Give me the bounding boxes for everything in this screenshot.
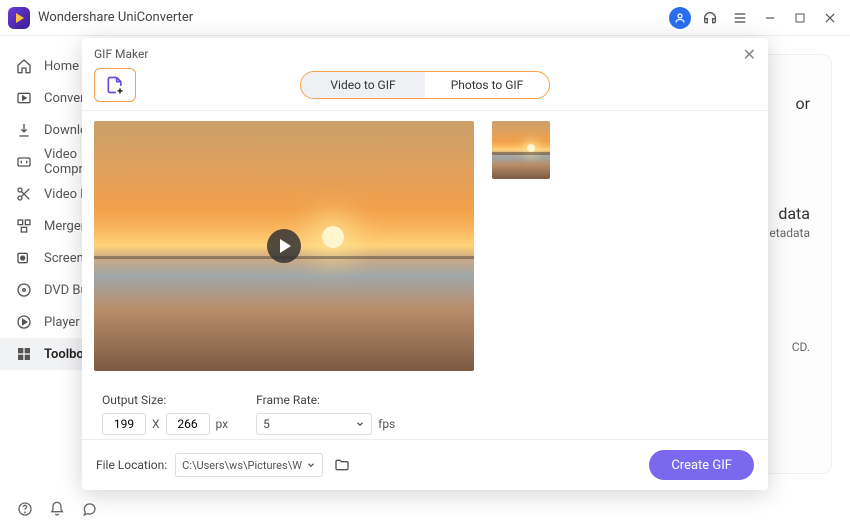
maximize-button[interactable] xyxy=(788,6,812,30)
video-preview[interactable] xyxy=(94,121,474,371)
sidebar-item-label: Home xyxy=(44,59,79,74)
modal-controls: Output Size: X px Frame Rate: 5 fps xyxy=(82,385,768,439)
play-icon xyxy=(14,314,34,330)
bg-text: etadata xyxy=(769,226,810,240)
account-button[interactable] xyxy=(668,6,692,30)
chevron-down-icon xyxy=(306,460,316,470)
disc-icon xyxy=(14,282,34,298)
output-width-input[interactable] xyxy=(102,413,146,435)
thumbnail[interactable] xyxy=(492,121,550,179)
notifications-button[interactable] xyxy=(48,500,66,518)
compress-icon xyxy=(14,154,34,170)
scissors-icon xyxy=(14,186,34,202)
px-label: px xyxy=(216,417,229,431)
bg-text: data xyxy=(778,204,810,223)
support-button[interactable] xyxy=(698,6,722,30)
tab-photos-to-gif[interactable]: Photos to GIF xyxy=(425,72,549,98)
feedback-button[interactable] xyxy=(80,500,98,518)
fps-label: fps xyxy=(378,417,395,431)
tab-video-to-gif[interactable]: Video to GIF xyxy=(301,72,425,98)
sidebar-item-label: Player xyxy=(44,315,80,330)
thumbnail-strip xyxy=(492,121,756,385)
create-gif-button[interactable]: Create GIF xyxy=(649,450,754,480)
merge-icon xyxy=(14,218,34,234)
times-label: X xyxy=(152,417,160,431)
grid-icon xyxy=(14,346,34,362)
add-file-icon xyxy=(104,75,126,95)
file-location-label: File Location: xyxy=(96,458,167,472)
bottombar xyxy=(0,492,850,526)
user-icon xyxy=(669,7,691,29)
bg-text: CD. xyxy=(792,340,810,354)
home-icon xyxy=(14,58,34,74)
modal-header: GIF Maker ✕ xyxy=(82,38,768,64)
add-media-button[interactable] xyxy=(94,68,136,102)
menu-button[interactable] xyxy=(728,6,752,30)
titlebar: Wondershare UniConverter xyxy=(0,0,850,36)
modal-close-button[interactable]: ✕ xyxy=(743,45,756,64)
folder-icon xyxy=(334,457,350,473)
output-size-label: Output Size: xyxy=(102,393,228,407)
help-button[interactable] xyxy=(16,500,34,518)
frame-rate-select[interactable]: 5 xyxy=(256,413,372,435)
file-location-select[interactable]: C:\Users\ws\Pictures\Wonders xyxy=(175,453,323,477)
chevron-down-icon xyxy=(355,419,365,429)
gif-maker-modal: GIF Maker ✕ Video to GIF Photos to GIF O… xyxy=(82,38,768,490)
mode-segmented: Video to GIF Photos to GIF xyxy=(300,71,550,99)
modal-title: GIF Maker xyxy=(94,47,148,61)
modal-toolbar: Video to GIF Photos to GIF xyxy=(82,64,768,111)
minimize-button[interactable] xyxy=(758,6,782,30)
modal-footer: File Location: C:\Users\ws\Pictures\Wond… xyxy=(82,439,768,490)
download-icon xyxy=(14,122,34,138)
close-button[interactable] xyxy=(818,6,842,30)
play-button[interactable] xyxy=(267,229,301,263)
open-folder-button[interactable] xyxy=(331,454,353,476)
app-logo xyxy=(8,7,30,29)
output-height-input[interactable] xyxy=(166,413,210,435)
app-title: Wondershare UniConverter xyxy=(38,10,193,25)
record-icon xyxy=(14,250,34,266)
converter-icon xyxy=(14,90,34,106)
modal-body xyxy=(82,111,768,385)
sidebar-item-label: Merger xyxy=(44,219,85,234)
frame-rate-label: Frame Rate: xyxy=(256,393,395,407)
bg-text: or xyxy=(795,94,810,113)
